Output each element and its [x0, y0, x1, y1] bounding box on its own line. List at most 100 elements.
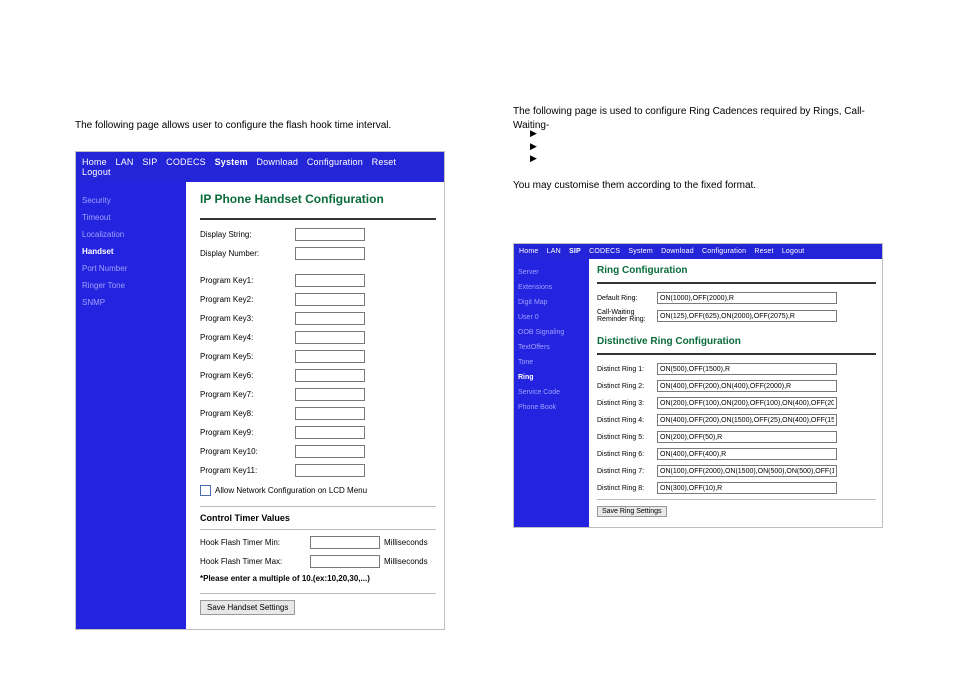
nav-configuration[interactable]: Configuration	[702, 248, 746, 255]
nav-download[interactable]: Download	[661, 248, 694, 255]
program-key5-input[interactable]	[295, 350, 365, 363]
divider	[200, 529, 436, 530]
sidebar-security[interactable]: Security	[82, 196, 180, 205]
sidebar-phone-book[interactable]: Phone Book	[518, 404, 585, 411]
sidebar-ringer-tone[interactable]: Ringer Tone	[82, 281, 180, 290]
dr4-input[interactable]	[657, 414, 837, 426]
sidebar-handset[interactable]: Handset	[82, 247, 180, 256]
program-key10-label: Program Key10:	[200, 447, 295, 456]
program-key9-label: Program Key9:	[200, 428, 295, 437]
nav-home[interactable]: Home	[82, 157, 107, 167]
triangle-icon: ▶	[530, 140, 537, 153]
hook-max-label: Hook Flash Timer Max:	[200, 557, 310, 566]
top-nav-right: Home LAN SIP CODECS System Download Conf…	[514, 244, 882, 259]
nav-reset[interactable]: Reset	[372, 157, 397, 167]
top-nav-left: Home LAN SIP CODECS System Download Conf…	[76, 152, 444, 182]
program-key4-input[interactable]	[295, 331, 365, 344]
program-key8-input[interactable]	[295, 407, 365, 420]
page-heading-left: IP Phone Handset Configuration	[200, 192, 436, 206]
nav-codecs[interactable]: CODECS	[166, 157, 206, 167]
ring-config-panel: Home LAN SIP CODECS System Download Conf…	[513, 243, 883, 528]
nav-configuration[interactable]: Configuration	[307, 157, 363, 167]
triangle-icon: ▶	[530, 127, 537, 140]
sidebar-digit-map[interactable]: Digit Map	[518, 299, 585, 306]
call-waiting-label: Call-Waiting Reminder Ring:	[597, 309, 657, 323]
dr2-input[interactable]	[657, 380, 837, 392]
sidebar-textoffers[interactable]: TextOffers	[518, 344, 585, 351]
save-handset-button[interactable]: Save Handset Settings	[200, 600, 295, 615]
sidebar-port-number[interactable]: Port Number	[82, 264, 180, 273]
nav-reset[interactable]: Reset	[754, 248, 773, 255]
program-key7-input[interactable]	[295, 388, 365, 401]
allow-lcd-checkbox[interactable]	[200, 485, 211, 496]
dr5-input[interactable]	[657, 431, 837, 443]
nav-system[interactable]: System	[628, 248, 653, 255]
nav-sip[interactable]: SIP	[569, 248, 581, 255]
nav-lan[interactable]: LAN	[547, 248, 561, 255]
program-key7-label: Program Key7:	[200, 390, 295, 399]
dr4-label: Distinct Ring 4:	[597, 417, 657, 424]
program-key1-label: Program Key1:	[200, 276, 295, 285]
dr6-input[interactable]	[657, 448, 837, 460]
content-left: IP Phone Handset Configuration Display S…	[186, 182, 444, 629]
program-key6-input[interactable]	[295, 369, 365, 382]
sidebar-extensions[interactable]: Extensions	[518, 284, 585, 291]
display-string-label: Display String:	[200, 230, 295, 239]
allow-lcd-label: Allow Network Configuration on LCD Menu	[215, 486, 367, 495]
nav-lan[interactable]: LAN	[116, 157, 134, 167]
intro-text-left: The following page allows user to config…	[75, 119, 445, 133]
bullet-list: ▶ ▶ ▶	[530, 127, 537, 165]
customise-note: You may customise them according to the …	[513, 180, 756, 191]
dr8-input[interactable]	[657, 482, 837, 494]
call-waiting-input[interactable]	[657, 310, 837, 322]
sidebar-snmp[interactable]: SNMP	[82, 298, 180, 307]
program-key6-label: Program Key6:	[200, 371, 295, 380]
sidebar-service-code[interactable]: Service Code	[518, 389, 585, 396]
sidebar-localization[interactable]: Localization	[82, 230, 180, 239]
display-string-input[interactable]	[295, 228, 365, 241]
sidebar-ring[interactable]: Ring	[518, 374, 585, 381]
dr7-label: Distinct Ring 7:	[597, 468, 657, 475]
nav-system[interactable]: System	[215, 157, 248, 167]
default-ring-label: Default Ring:	[597, 295, 657, 302]
program-key2-label: Program Key2:	[200, 295, 295, 304]
program-key3-input[interactable]	[295, 312, 365, 325]
content-right: Ring Configuration Default Ring: Call-Wa…	[589, 259, 882, 527]
nav-codecs[interactable]: CODECS	[589, 248, 620, 255]
nav-download[interactable]: Download	[256, 157, 298, 167]
save-ring-button[interactable]: Save Ring Settings	[597, 506, 667, 517]
dr7-input[interactable]	[657, 465, 837, 477]
divider	[200, 506, 436, 507]
sidebar-oob[interactable]: OOB Signaling	[518, 329, 585, 336]
program-key9-input[interactable]	[295, 426, 365, 439]
program-key2-input[interactable]	[295, 293, 365, 306]
nav-logout[interactable]: Logout	[82, 167, 111, 177]
hook-max-input[interactable]	[310, 555, 380, 568]
sidebar-right: Server Extensions Digit Map User 0 OOB S…	[514, 259, 589, 527]
dr3-label: Distinct Ring 3:	[597, 400, 657, 407]
dr1-input[interactable]	[657, 363, 837, 375]
default-ring-input[interactable]	[657, 292, 837, 304]
nav-home[interactable]: Home	[519, 248, 538, 255]
triangle-icon: ▶	[530, 152, 537, 165]
distinctive-ring-heading: Distinctive Ring Configuration	[597, 336, 876, 347]
display-number-label: Display Number:	[200, 249, 295, 258]
hook-max-unit: Milliseconds	[384, 557, 428, 566]
nav-logout[interactable]: Logout	[782, 248, 805, 255]
sidebar-timeout[interactable]: Timeout	[82, 213, 180, 222]
sidebar-user0[interactable]: User 0	[518, 314, 585, 321]
hook-min-unit: Milliseconds	[384, 538, 428, 547]
control-timer-heading: Control Timer Values	[200, 513, 436, 523]
program-key11-input[interactable]	[295, 464, 365, 477]
program-key10-input[interactable]	[295, 445, 365, 458]
dr6-label: Distinct Ring 6:	[597, 451, 657, 458]
sidebar-left: Security Timeout Localization Handset Po…	[76, 182, 186, 629]
dr3-input[interactable]	[657, 397, 837, 409]
hook-min-label: Hook Flash Timer Min:	[200, 538, 310, 547]
display-number-input[interactable]	[295, 247, 365, 260]
sidebar-tone[interactable]: Tone	[518, 359, 585, 366]
nav-sip[interactable]: SIP	[142, 157, 157, 167]
hook-min-input[interactable]	[310, 536, 380, 549]
program-key1-input[interactable]	[295, 274, 365, 287]
sidebar-server[interactable]: Server	[518, 269, 585, 276]
